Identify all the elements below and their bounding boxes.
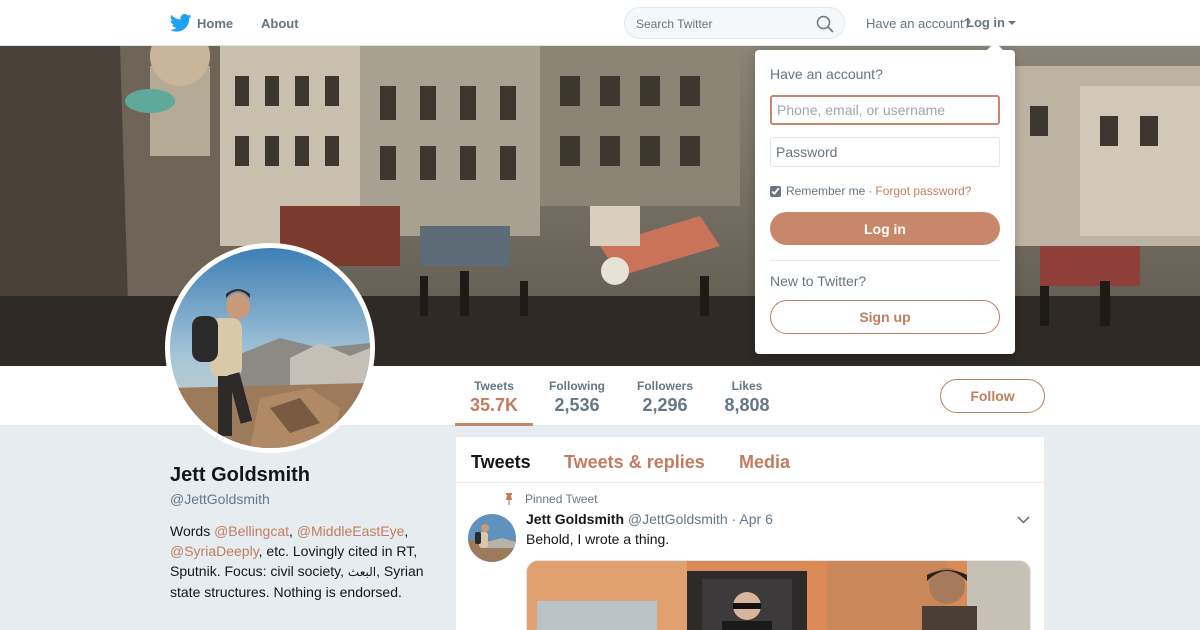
timeline: Tweets Tweets & replies Media Pinned Twe… — [456, 437, 1044, 630]
stat-label: Followers — [636, 379, 693, 393]
profile-bio: Words @Bellingcat, @MiddleEastEye, @Syri… — [170, 521, 435, 602]
remember-separator: · — [868, 184, 873, 198]
follow-button[interactable]: Follow — [940, 379, 1045, 413]
password-field[interactable] — [770, 137, 1000, 167]
remember-me-label[interactable]: Remember me — [786, 184, 865, 198]
top-nav: Home About Have an account? Log in — [0, 0, 1200, 46]
profile-handle[interactable]: @JettGoldsmith — [170, 491, 270, 507]
stat-value: 35.7K — [469, 395, 519, 415]
stat-label: Following — [549, 379, 605, 393]
signup-button[interactable]: Sign up — [770, 300, 1000, 334]
bio-mention-syriadeeply[interactable]: @SyriaDeeply — [170, 543, 259, 559]
stat-tweets[interactable]: Tweets 35.7K — [455, 366, 533, 426]
tweet-author-handle[interactable]: @JettGoldsmith — [628, 511, 728, 527]
stat-followers[interactable]: Followers 2,296 — [631, 366, 699, 426]
bio-mention-middleeasteye[interactable]: @MiddleEastEye — [297, 523, 405, 539]
stat-value: 2,296 — [642, 395, 688, 415]
bio-text: , — [404, 523, 409, 539]
dropdown-divider — [770, 260, 1000, 261]
search-input[interactable] — [636, 15, 816, 32]
dropdown-title: Have an account? — [770, 66, 883, 82]
remember-row: Remember me · Forgot password? — [770, 184, 971, 198]
stat-value: 8,808 — [724, 395, 770, 415]
login-toggle-label: Log in — [966, 15, 1005, 30]
login-button[interactable]: Log in — [770, 212, 1000, 245]
nav-about-link[interactable]: About — [261, 16, 299, 31]
pinned-tweet-label: Pinned Tweet — [525, 492, 598, 506]
dropdown-arrow — [987, 42, 1003, 50]
caret-down-icon — [1008, 20, 1016, 25]
tab-media[interactable]: Media — [739, 452, 790, 473]
avatar-image — [170, 248, 370, 448]
remember-me-checkbox[interactable] — [770, 185, 781, 197]
new-to-twitter-text: New to Twitter? — [770, 273, 867, 289]
login-dropdown-toggle[interactable]: Log in — [966, 15, 1016, 30]
profile-avatar[interactable] — [165, 243, 375, 453]
search-box — [624, 7, 845, 39]
bio-text: Words — [170, 523, 215, 539]
stat-following[interactable]: Following 2,536 — [543, 366, 611, 426]
tweet-date[interactable]: Apr 6 — [739, 511, 772, 527]
search-icon[interactable] — [816, 15, 834, 33]
stat-likes[interactable]: Likes 8,808 — [719, 366, 775, 426]
tweet-avatar[interactable] — [468, 514, 516, 562]
stat-value: 2,536 — [554, 395, 600, 415]
tweet-author-name[interactable]: Jett Goldsmith — [526, 511, 624, 527]
tab-tweets-replies[interactable]: Tweets & replies — [564, 452, 705, 473]
tweet-media-image — [527, 561, 1030, 630]
bio-text: , — [289, 523, 297, 539]
twitter-bird-icon[interactable] — [170, 14, 192, 32]
have-account-text: Have an account? — [866, 16, 971, 31]
profile-name[interactable]: Jett Goldsmith — [170, 464, 310, 487]
nav-home-link[interactable]: Home — [197, 16, 233, 31]
tweet-media[interactable] — [526, 560, 1031, 630]
timeline-tabs: Tweets Tweets & replies Media — [456, 437, 1044, 483]
tweet-avatar-image — [468, 514, 516, 562]
tweet-text: Behold, I wrote a thing. — [526, 531, 670, 547]
tab-tweets[interactable]: Tweets — [471, 452, 531, 473]
forgot-password-link[interactable]: Forgot password? — [875, 184, 971, 198]
login-dropdown: Have an account? Remember me · Forgot pa… — [755, 42, 1015, 354]
stat-label: Tweets — [474, 379, 514, 393]
pin-icon — [506, 493, 512, 505]
tweet-header: Jett Goldsmith @JettGoldsmith · Apr 6 — [526, 511, 773, 527]
bio-mention-bellingcat[interactable]: @Bellingcat — [214, 523, 289, 539]
chevron-down-icon[interactable] — [1017, 516, 1030, 524]
bio-arabic-text: البعث — [347, 565, 377, 579]
stat-label: Likes — [731, 379, 763, 393]
tweet-separator: · — [731, 511, 737, 527]
username-field[interactable] — [770, 95, 1000, 125]
